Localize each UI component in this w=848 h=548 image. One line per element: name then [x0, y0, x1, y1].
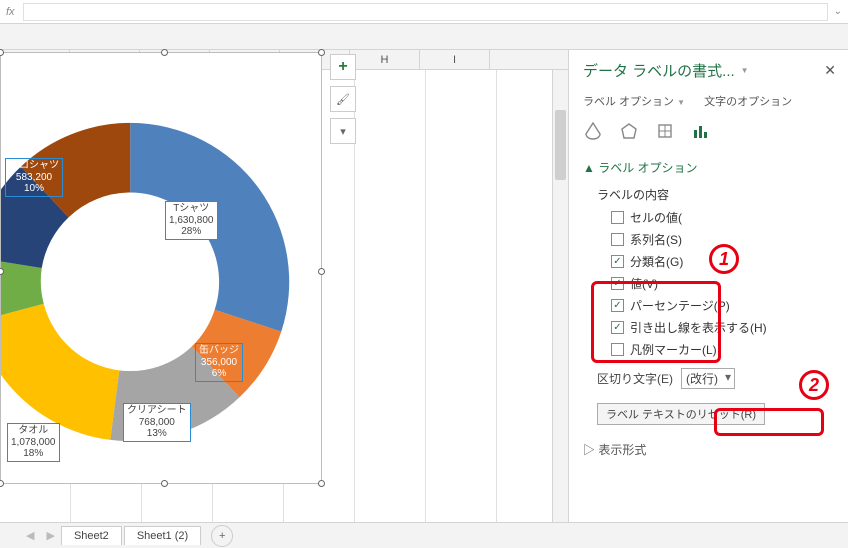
chart-add-element-button[interactable]: + [330, 54, 356, 80]
chart-object[interactable]: Tシャツ1,630,80028% 缶バッジ356,0006% クリアシート768… [0, 52, 322, 484]
annotation-2: 2 [799, 370, 829, 400]
chevron-down-icon[interactable]: ▼ [741, 66, 749, 75]
tab-nav-prev[interactable]: ◀ [26, 529, 34, 542]
label-options-pane-icon[interactable] [691, 121, 711, 141]
effects-pane-icon[interactable] [619, 121, 639, 141]
annotation-1: 1 [709, 244, 739, 274]
data-label-polo[interactable]: ポロシャツ583,20010% [5, 158, 63, 197]
data-label-towel[interactable]: タオル1,078,00018% [7, 423, 60, 462]
section-label-options[interactable]: ▲ ラベル オプション [583, 159, 834, 176]
label-content-header: ラベルの内容 [597, 186, 834, 203]
formula-expand-icon[interactable]: ⌄ [834, 6, 842, 17]
worksheet-area[interactable]: C D E F G H I [0, 50, 568, 522]
fx-label: fx [6, 6, 15, 18]
chart-filter-button[interactable]: ▾ [330, 118, 356, 144]
separator-label: 区切り文字(E) [597, 370, 673, 387]
separator-select[interactable]: (改行) [681, 368, 735, 389]
close-icon[interactable]: ✕ [824, 62, 836, 79]
ribbon-strip [0, 24, 848, 50]
sheet-tab[interactable]: Sheet2 [61, 526, 122, 545]
pane-title: データ ラベルの書式...▼ [583, 60, 834, 81]
tab-label-options[interactable]: ラベル オプション ▼ [583, 96, 685, 108]
data-label-clear[interactable]: クリアシート768,00013% [123, 403, 191, 442]
size-pane-icon[interactable] [655, 121, 675, 141]
sheet-tab[interactable]: Sheet1 (2) [124, 526, 201, 545]
plus-icon: + [338, 58, 347, 76]
checkbox-leader-lines[interactable]: 引き出し線を表示する(H) [611, 319, 834, 336]
data-label-can[interactable]: 缶バッジ356,0006% [195, 343, 243, 382]
reset-label-text-button[interactable]: ラベル テキストのリセット(R) [597, 403, 765, 425]
sheet-tabs: ◀ ▶ Sheet2 Sheet1 (2) + [0, 522, 848, 548]
chart-styles-button[interactable]: 🖌 [330, 86, 356, 112]
checkbox-value[interactable]: 値(V) [611, 275, 834, 292]
vertical-scrollbar[interactable] [552, 70, 568, 522]
checkbox-percentage[interactable]: パーセンテージ(P) [611, 297, 834, 314]
funnel-icon: ▾ [340, 125, 346, 138]
data-label-tshirt[interactable]: Tシャツ1,630,80028% [165, 201, 218, 240]
format-pane: データ ラベルの書式...▼ ✕ ラベル オプション ▼ 文字のオプション ▲ … [568, 50, 848, 522]
tab-text-options[interactable]: 文字のオプション [704, 96, 792, 108]
col-header[interactable]: H [350, 50, 420, 69]
scroll-thumb[interactable] [555, 110, 566, 180]
checkbox-legend-key[interactable]: 凡例マーカー(L) [611, 341, 834, 358]
fill-pane-icon[interactable] [583, 121, 603, 141]
add-sheet-button[interactable]: + [211, 525, 233, 547]
formula-input[interactable] [23, 3, 828, 21]
checkbox-cell-value[interactable]: セルの値( [611, 209, 834, 226]
section-number-format[interactable]: ▷ 表示形式 [583, 441, 834, 458]
brush-icon: 🖌 [336, 93, 350, 106]
chart-float-buttons: + 🖌 ▾ [330, 54, 356, 150]
tab-nav-next[interactable]: ▶ [46, 529, 54, 542]
col-header[interactable]: I [420, 50, 490, 69]
